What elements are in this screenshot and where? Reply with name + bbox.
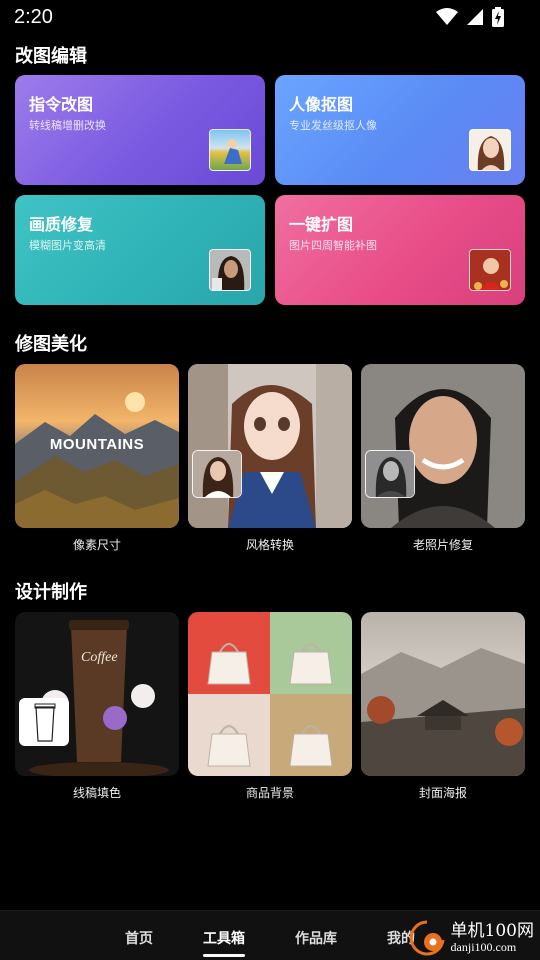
handbag-grid-image xyxy=(188,612,352,776)
card-title: 一键扩图 xyxy=(289,215,354,234)
tile-overlay-text: Coffee xyxy=(81,650,118,665)
portrait-image-icon xyxy=(477,136,505,170)
tile-label: 商品背景 xyxy=(245,786,294,800)
card-title: 画质修复 xyxy=(29,215,94,234)
section-title-design: 设计制作 xyxy=(15,582,87,603)
tile-pixel-size[interactable]: MOUNTAINS xyxy=(15,364,179,528)
card-quality-repair[interactable]: 画质修复 模糊图片变高清 xyxy=(15,195,265,305)
tile-cover-poster[interactable] xyxy=(361,612,525,776)
tile-label: 线稿填色 xyxy=(72,786,121,800)
anime-girl-image xyxy=(188,364,352,528)
card-thumbnail xyxy=(469,129,511,171)
nav-active-indicator xyxy=(203,954,245,957)
signal-icon xyxy=(467,9,483,25)
nav-home[interactable]: 首页 xyxy=(125,928,153,948)
card-expand-image[interactable]: 一键扩图 图片四周智能补图 xyxy=(275,195,525,305)
watermark-logo-icon xyxy=(409,920,445,956)
card-subtitle: 专业发丝级抠人像 xyxy=(289,119,377,132)
card-thumbnail xyxy=(469,249,511,291)
card-command-edit[interactable]: 指令改图 转线稿增删改换 xyxy=(15,75,265,185)
nav-gallery[interactable]: 作品库 xyxy=(295,928,337,948)
card-title: 人像抠图 xyxy=(289,95,354,114)
card-subtitle: 模糊图片变高清 xyxy=(29,239,106,252)
watermark-en: danji100.com xyxy=(450,939,517,954)
card-thumbnail xyxy=(209,249,251,291)
section-title-retouch: 修图美化 xyxy=(15,334,87,355)
tile-style-transfer[interactable] xyxy=(188,364,352,528)
person-image-icon xyxy=(224,139,242,164)
card-title: 指令改图 xyxy=(29,95,94,114)
tile-inset-photo xyxy=(192,450,242,498)
tile-inset-sketch xyxy=(19,698,69,746)
battery-icon xyxy=(492,7,504,27)
portrait-image-icon xyxy=(210,250,250,290)
card-subtitle: 图片四周智能补图 xyxy=(289,239,377,252)
watermark: 单机100网 danji100.com xyxy=(407,918,534,958)
tile-label: 风格转换 xyxy=(245,538,294,552)
status-time: 2:20 xyxy=(14,6,53,28)
nav-toolbox-label: 工具箱 xyxy=(203,931,245,947)
status-icons xyxy=(436,7,504,27)
child-image-icon xyxy=(470,250,510,290)
tile-line-art-color[interactable]: Coffee xyxy=(15,612,179,776)
tile-label: 像素尺寸 xyxy=(72,538,121,552)
watermark-cn: 单机100网 xyxy=(450,920,534,941)
tile-old-photo-repair[interactable] xyxy=(361,364,525,528)
status-bar: 2:20 xyxy=(0,0,540,36)
tile-overlay-text: MOUNTAINS xyxy=(49,436,145,453)
tile-label: 老照片修复 xyxy=(412,538,473,552)
nav-toolbox[interactable]: 工具箱 xyxy=(203,928,245,957)
card-portrait-cutout[interactable]: 人像抠图 专业发丝级抠人像 xyxy=(275,75,525,185)
wifi-icon xyxy=(436,8,458,25)
misty-village-image xyxy=(361,612,525,776)
tile-product-background[interactable] xyxy=(188,612,352,776)
tile-inset-photo xyxy=(365,450,415,498)
restored-portrait-image xyxy=(361,364,525,528)
tile-label: 封面海报 xyxy=(418,786,467,800)
card-thumbnail xyxy=(209,129,251,171)
coffee-cup-image xyxy=(15,612,179,776)
section-title-edit: 改图编辑 xyxy=(15,46,87,67)
card-subtitle: 转线稿增删改换 xyxy=(29,119,106,132)
